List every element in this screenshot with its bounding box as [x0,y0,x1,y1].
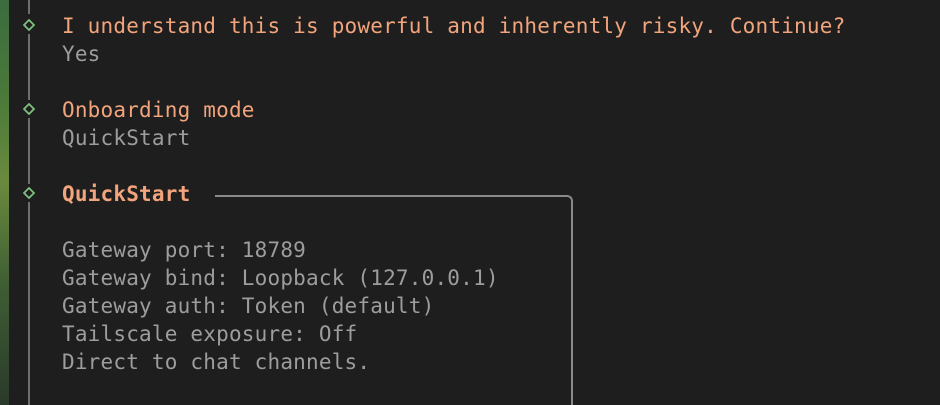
quickstart-line-tailscale: Tailscale exposure: Off [62,322,358,346]
box-border-right [571,203,573,405]
box-border-top [215,195,567,197]
prompt-answer: QuickStart [62,126,191,150]
gutter-line [28,34,30,100]
gutter-line [28,202,30,405]
quickstart-line-gateway-bind: Gateway bind: Loopback (127.0.0.1) [62,266,499,290]
quickstart-line-direct: Direct to chat channels. [62,350,371,374]
gutter-line [28,118,30,184]
gutter-line [28,0,30,14]
diamond-bullet-icon [20,100,38,118]
prompt-question: I understand this is powerful and inhere… [62,14,846,38]
terminal-window: I understand this is powerful and inhere… [0,0,940,405]
desktop-wallpaper-edge [0,0,9,405]
diamond-bullet-icon [20,16,38,34]
prompt-question: Onboarding mode [62,98,255,122]
quickstart-title: QuickStart [62,182,191,206]
prompt-answer: Yes [62,42,101,66]
diamond-bullet-icon [20,184,38,202]
quickstart-line-gateway-auth: Gateway auth: Token (default) [62,294,435,318]
quickstart-line-gateway-port: Gateway port: 18789 [62,238,307,262]
